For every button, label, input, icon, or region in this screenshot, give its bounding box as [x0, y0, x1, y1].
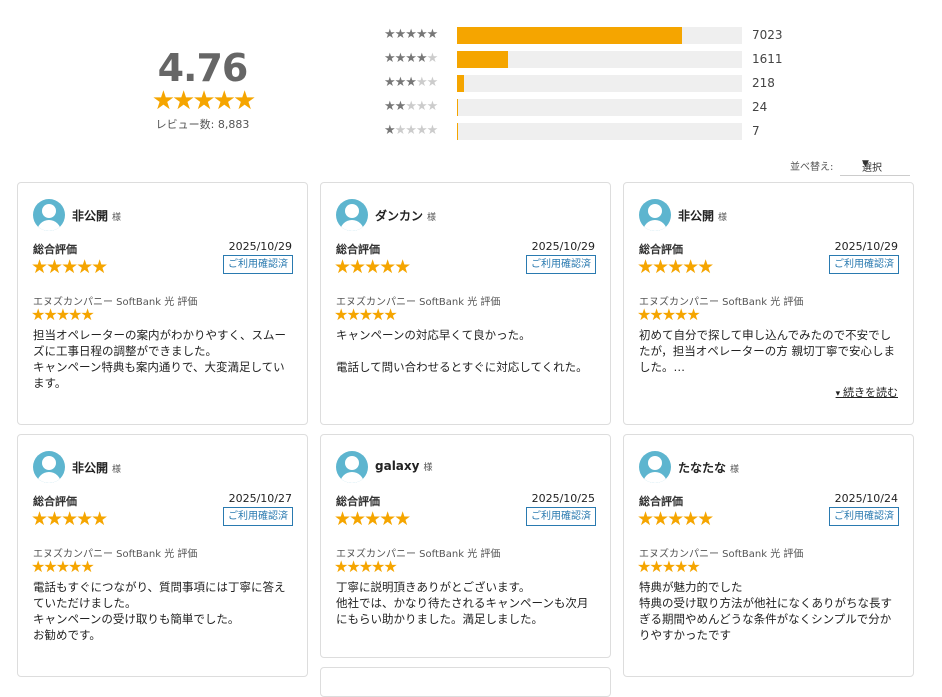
overall-label: 総合評価: [33, 243, 77, 256]
review-comment: 特典が魅力的でした 特典の受け取り方法が他社になくありがちな長すぎる期間やめんど…: [639, 580, 892, 642]
review-date: 2025/10/27: [228, 492, 292, 505]
avatar: [336, 199, 368, 231]
review-date: 2025/10/29: [228, 240, 292, 253]
review-card: 非公開様 総合評価 2025/10/27 ★★★★★ ご利用確認済 エヌズカンパ…: [17, 434, 308, 677]
distribution-count: 7: [752, 124, 760, 138]
distribution-count: 7023: [752, 28, 783, 42]
distribution-count: 24: [752, 100, 768, 114]
reviewer-name: 非公開様: [72, 461, 122, 475]
reviewer-name: たなたな様: [678, 461, 740, 475]
chevron-down-icon: ▼: [862, 159, 869, 169]
review-date: 2025/10/24: [834, 492, 898, 505]
review-comment: 初めて自分で探して申し込んでみたので不安でしたが，担当オペレーターの方 親切丁寧…: [639, 328, 895, 374]
distribution-bar-fill: [457, 123, 458, 140]
avatar: [336, 451, 368, 483]
sub-rating-stars: ★★★★★: [637, 557, 701, 576]
rating-summary: 4.76 ★★★★★ レビュー数: 8,883: [140, 48, 265, 132]
review-card-partial: [320, 667, 611, 697]
distribution-bar: [457, 123, 742, 140]
verified-badge: ご利用確認済: [829, 507, 899, 526]
overall-label: 総合評価: [336, 243, 380, 256]
review-date: 2025/10/29: [834, 240, 898, 253]
review-card: たなたな様 総合評価 2025/10/24 ★★★★★ ご利用確認済 エヌズカン…: [623, 434, 914, 677]
avatar: [33, 451, 65, 483]
distribution-bar-fill: [457, 27, 683, 44]
overall-label: 総合評価: [33, 495, 77, 508]
avatar: [639, 199, 671, 231]
review-count: レビュー数: 8,883: [155, 118, 250, 131]
overall-label: 総合評価: [639, 495, 683, 508]
review-comment: 丁寧に説明頂きありがとございます。 他社では、かなり待たされるキャンペーンも次月…: [336, 580, 589, 626]
distribution-stars: ★★★★★: [384, 51, 438, 66]
distribution-bar: [457, 51, 742, 68]
avatar: [33, 199, 65, 231]
overall-label: 総合評価: [639, 243, 683, 256]
review-comment: 担当オペレーターの案内がわかりやすく、スムーズに工事日程の調整ができました。 キ…: [33, 328, 286, 390]
overall-label: 総合評価: [336, 495, 380, 508]
distribution-stars: ★★★★★: [384, 27, 438, 42]
reviewer-name: 非公開様: [72, 209, 122, 223]
sub-rating-stars: ★★★★★: [31, 305, 95, 324]
distribution-bar-fill: [457, 51, 509, 68]
verified-badge: ご利用確認済: [526, 507, 596, 526]
avatar: [639, 451, 671, 483]
reviewer-name: ダンカン様: [375, 209, 437, 223]
sub-rating-stars: ★★★★★: [334, 305, 398, 324]
distribution-stars: ★★★★★: [384, 99, 438, 114]
distribution-stars: ★★★★★: [384, 123, 438, 138]
distribution-bar: [457, 99, 742, 116]
overall-stars: ★★★★★: [334, 256, 411, 278]
review-card: 非公開様 総合評価 2025/10/29 ★★★★★ ご利用確認済 エヌズカンパ…: [17, 182, 308, 425]
review-card: ダンカン様 総合評価 2025/10/29 ★★★★★ ご利用確認済 エヌズカン…: [320, 182, 611, 425]
distribution-count: 218: [752, 76, 775, 90]
distribution-count: 1611: [752, 52, 783, 66]
review-card: galaxy 様 総合評価 2025/10/25 ★★★★★ ご利用確認済 エヌズ…: [320, 434, 611, 658]
overall-stars: ★★★★★: [31, 508, 108, 530]
overall-stars: ★★★★★: [31, 256, 108, 278]
review-date: 2025/10/25: [531, 492, 595, 505]
overall-stars: ★★★★★: [637, 508, 714, 530]
verified-badge: ご利用確認済: [223, 255, 293, 274]
overall-stars: ★★★★★: [334, 508, 411, 530]
distribution-bar-fill: [457, 99, 459, 116]
review-comment: 電話もすぐにつながり、質問事項には丁寧に答えていただけました。 キャンペーンの受…: [33, 580, 286, 642]
review-date: 2025/10/29: [531, 240, 595, 253]
review-card: 非公開様 総合評価 2025/10/29 ★★★★★ ご利用確認済 エヌズカンパ…: [623, 182, 914, 425]
distribution-bar: [457, 27, 742, 44]
overall-stars: ★★★★★: [637, 256, 714, 278]
sort-label: 並べ替え:: [790, 162, 834, 173]
reviewer-name: 非公開様: [678, 209, 728, 223]
distribution-bar: [457, 75, 742, 92]
average-stars: ★★★★★: [151, 86, 257, 116]
distribution-stars: ★★★★★: [384, 75, 438, 90]
read-more-link[interactable]: 続きを読む: [836, 384, 898, 400]
average-rating: 4.76: [157, 46, 249, 90]
sort-select[interactable]: 選択 ▼: [840, 155, 910, 176]
reviewer-name: galaxy 様: [375, 459, 433, 473]
sub-rating-stars: ★★★★★: [334, 557, 398, 576]
verified-badge: ご利用確認済: [829, 255, 899, 274]
verified-badge: ご利用確認済: [526, 255, 596, 274]
distribution-bar-fill: [457, 75, 465, 92]
review-comment: キャンペーンの対応早くて良かった。 電話して問い合わせるとすぐに対応してくれた。: [336, 328, 588, 374]
sub-rating-stars: ★★★★★: [31, 557, 95, 576]
verified-badge: ご利用確認済: [223, 507, 293, 526]
sub-rating-stars: ★★★★★: [637, 305, 701, 324]
